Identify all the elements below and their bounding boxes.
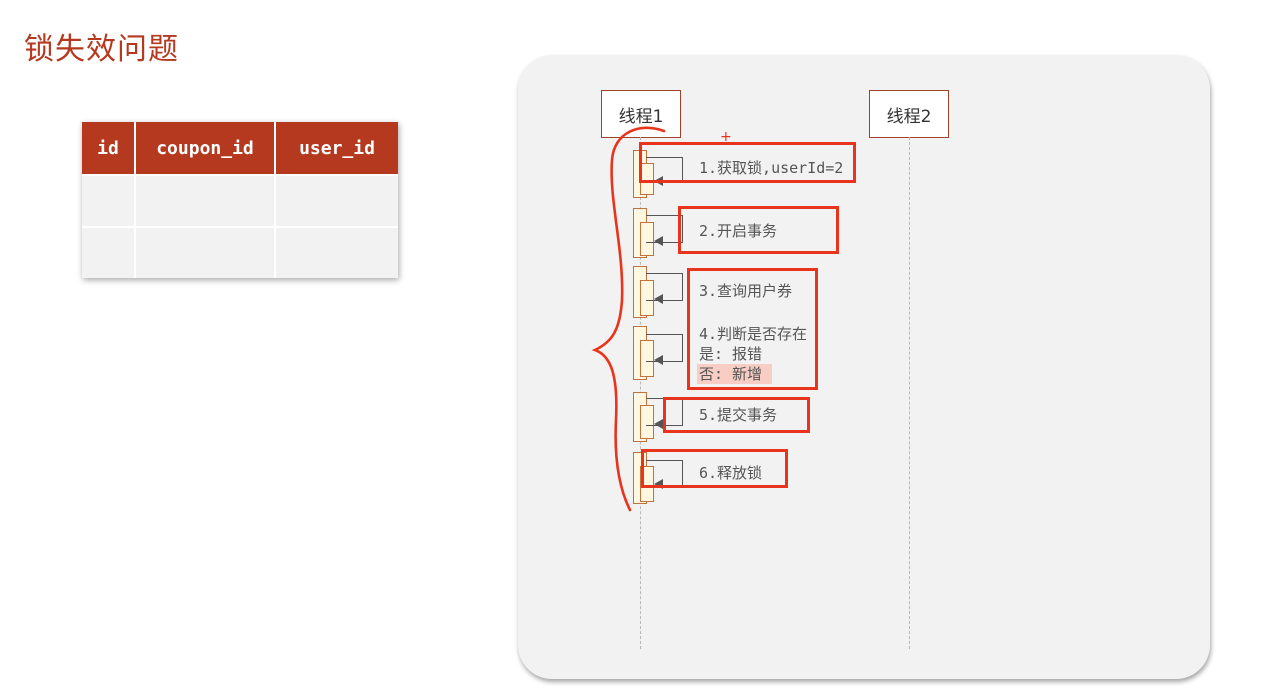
- brace-stroke: [591, 126, 666, 512]
- handdrawn-brace: [591, 126, 666, 512]
